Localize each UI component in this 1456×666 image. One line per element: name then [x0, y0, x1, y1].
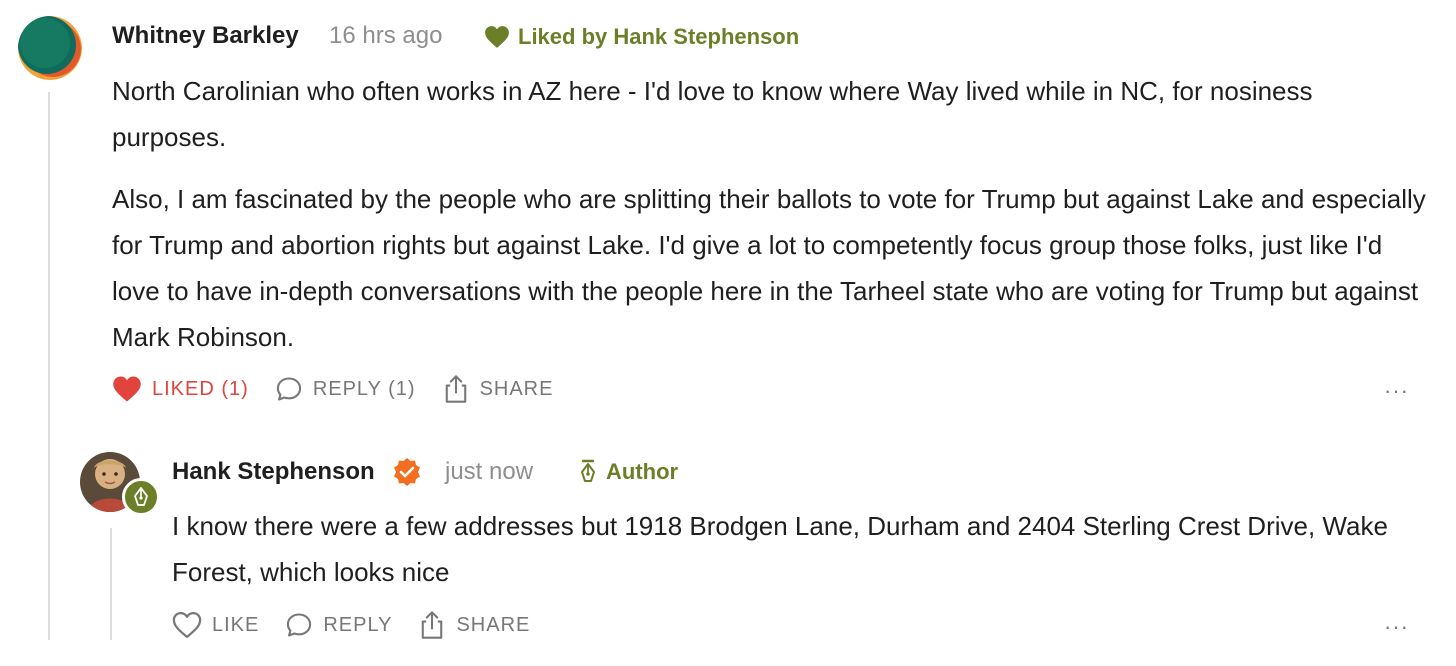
liked-by-author-badge: Liked by Hank Stephenson — [484, 24, 799, 50]
comment-paragraph: I know there were a few addresses but 19… — [172, 511, 1388, 587]
thread-line-main — [48, 92, 50, 640]
reply-button[interactable]: REPLY (1) — [275, 375, 416, 403]
comment-paragraph: Also, I am fascinated by the people who … — [112, 184, 1426, 352]
heart-icon — [113, 376, 141, 402]
more-options-button[interactable]: ··· — [1384, 614, 1409, 640]
reply-button[interactable]: REPLY — [285, 611, 392, 639]
speech-bubble-icon — [287, 613, 312, 637]
comment-author[interactable]: Whitney Barkley — [112, 22, 299, 50]
speech-bubble-icon — [276, 377, 301, 401]
share-button[interactable]: SHARE — [442, 374, 554, 404]
thread-line-reply — [110, 528, 112, 640]
verified-badge — [392, 457, 422, 492]
author-badge: Author — [578, 459, 678, 485]
comment-actions: LIKE REPLY SHARE — [172, 610, 556, 640]
reply-label: REPLY — [323, 613, 393, 636]
author-pen-badge — [122, 478, 160, 516]
share-icon — [422, 611, 443, 639]
badge-label: Author — [606, 459, 679, 484]
heart-icon — [172, 612, 202, 638]
checkmark-badge-icon — [394, 458, 420, 486]
share-button[interactable]: SHARE — [418, 610, 530, 640]
share-label: SHARE — [479, 377, 554, 400]
like-label: LIKED (1) — [152, 377, 249, 400]
share-label: SHARE — [456, 613, 531, 636]
like-label: LIKE — [212, 613, 260, 636]
comment-timestamp[interactable]: 16 hrs ago — [329, 22, 442, 50]
fountain-pen-icon — [134, 487, 148, 506]
liked-button[interactable]: LIKED (1) — [112, 375, 249, 403]
fountain-pen-icon — [581, 459, 595, 482]
comment-actions: LIKED (1) REPLY (1) SHARE — [112, 374, 579, 404]
reply-label: REPLY (1) — [312, 377, 416, 400]
like-button[interactable]: LIKE — [172, 611, 259, 639]
avatar-image — [18, 16, 82, 80]
share-icon — [445, 375, 466, 403]
avatar[interactable] — [18, 16, 82, 80]
comment-author[interactable]: Hank Stephenson — [172, 458, 375, 486]
heart-icon — [485, 26, 509, 48]
comment-timestamp[interactable]: just now — [445, 458, 533, 486]
more-options-button[interactable]: ··· — [1384, 378, 1409, 404]
comment-paragraph: North Carolinian who often works in AZ h… — [112, 76, 1313, 152]
badge-label: Liked by Hank Stephenson — [518, 24, 800, 49]
comment-body: North Carolinian who often works in AZ h… — [112, 68, 1432, 360]
comment-body: I know there were a few addresses but 19… — [172, 503, 1402, 595]
